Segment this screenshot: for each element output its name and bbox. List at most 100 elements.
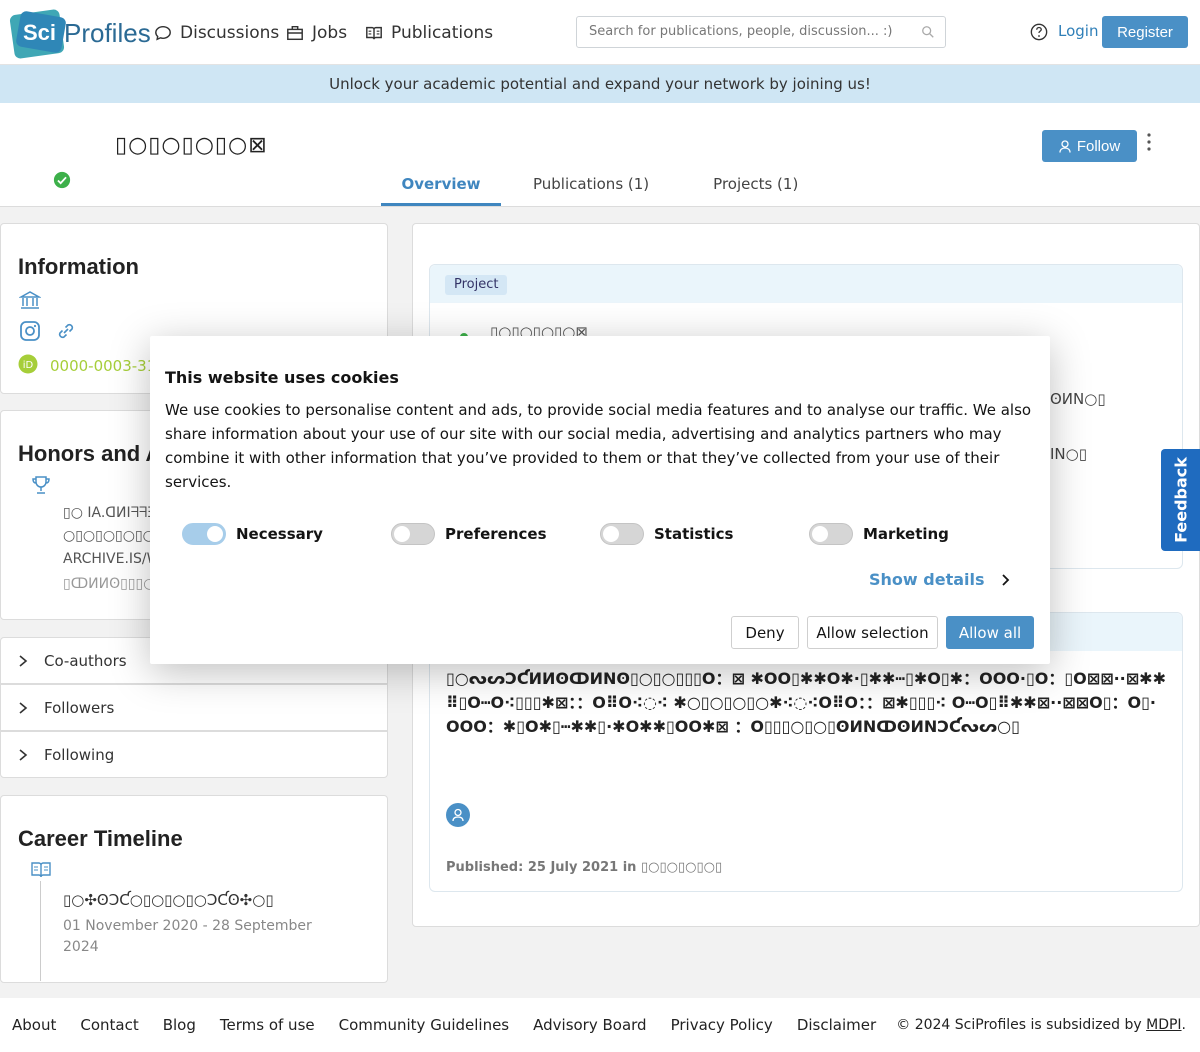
nav-jobs-label: Jobs [312, 23, 348, 43]
mdpi-link[interactable]: MDPI [1146, 1017, 1181, 1033]
marketing-switch[interactable] [809, 523, 853, 545]
nav-discussions-label: Discussions [180, 23, 280, 43]
help-icon[interactable] [1030, 23, 1048, 41]
toggle-preferences[interactable]: Preferences [391, 522, 547, 546]
profile-header: ▯○▯○▯○▯○⊠ Follow Overview Publications (… [0, 103, 1200, 207]
book-icon [31, 862, 51, 878]
preferences-switch[interactable] [391, 523, 435, 545]
following-label: Following [44, 746, 115, 764]
login-link[interactable]: Login [1058, 22, 1098, 40]
instagram-icon[interactable] [19, 320, 41, 342]
footer-link-guidelines[interactable]: Community Guidelines [339, 1016, 510, 1034]
nav-publications-label: Publications [391, 23, 494, 43]
honor-line-2: ○▯○▯○▯○▯○ [63, 528, 155, 544]
feedback-tab[interactable]: Feedback [1161, 449, 1200, 551]
footer-link-disclaimer[interactable]: Disclaimer [797, 1016, 876, 1034]
career-title: Career Timeline [18, 826, 183, 851]
show-details-label: Show details [869, 570, 985, 589]
follow-button[interactable]: Follow [1042, 130, 1137, 162]
sciprofiles-logo[interactable]: Sci Profiles [9, 8, 152, 60]
site-header: Sci Profiles Discussions Jobs Publicatio… [0, 0, 1200, 65]
project-detail-1: ʘИN○▯ [1050, 390, 1106, 408]
chevron-right-icon [19, 749, 28, 761]
deny-button[interactable]: Deny [731, 616, 799, 649]
institution-icon [19, 291, 41, 309]
join-banner: Unlock your academic potential and expan… [0, 65, 1200, 103]
author-avatar[interactable] [446, 803, 470, 827]
chevron-right-icon [1001, 573, 1009, 586]
toggle-necessary[interactable]: Necessary [182, 522, 323, 546]
preferences-label: Preferences [445, 525, 547, 543]
user-icon [452, 808, 464, 822]
copyright-suffix: . [1181, 1017, 1186, 1033]
tab-overview[interactable]: Overview [381, 168, 501, 206]
cookie-body: We use cookies to personalise content an… [165, 401, 1032, 491]
project-badge: Project [445, 275, 508, 295]
register-button[interactable]: Register [1102, 16, 1188, 48]
search-icon[interactable] [921, 25, 935, 39]
cookie-consent-dialog: This website uses cookies We use cookies… [150, 336, 1050, 664]
co-authors-label: Co-authors [44, 652, 127, 670]
timeline-item-title: ▯○✣ʘƆƇ○▯○▯○▯○ƆƇʘ✣○▯ [63, 891, 274, 909]
copyright-prefix: © 2024 SciProfiles is subsidized by [896, 1017, 1147, 1033]
allow-selection-button[interactable]: Allow selection [807, 616, 938, 649]
verified-check-icon [53, 171, 71, 189]
chevron-right-icon [19, 702, 28, 714]
publication-title[interactable]: ▯○ᔓᔕƆƇИИʘↀИNʘ▯○▯○▯▯▯O：⊠ ✱OO▯✱✱O✱·▯✱✱┅▯✱O… [446, 667, 1166, 739]
footer-links: About Contact Blog Terms of use Communit… [12, 1016, 876, 1034]
honor-line-3[interactable]: ARCHIVE.IS/W [63, 551, 161, 567]
orcid-id[interactable]: 0000-0003-31 [50, 357, 156, 375]
profile-tabs: Overview Publications (1) Projects (1) [381, 168, 830, 206]
career-card: Career Timeline ▯○✣ʘƆƇ○▯○▯○▯○ƆƇʘ✣○▯ 01 N… [0, 795, 388, 983]
project-card-header: Project [430, 265, 1182, 303]
nav-publications[interactable]: Publications [365, 20, 493, 46]
search-input[interactable] [589, 24, 919, 39]
publication-meta: Published: 25 July 2021 in ▯○▯○▯○▯○▯ [446, 860, 723, 875]
necessary-switch[interactable] [182, 523, 226, 545]
svg-text:iD: iD [23, 360, 34, 371]
chevron-right-icon [19, 655, 28, 667]
allow-all-button[interactable]: Allow all [946, 616, 1034, 649]
search-box[interactable] [576, 16, 946, 48]
tab-projects[interactable]: Projects (1) [681, 168, 830, 206]
link-icon[interactable] [55, 320, 77, 342]
cookie-title: This website uses cookies [165, 368, 399, 387]
profile-name: ▯○▯○▯○▯○⊠ [115, 133, 268, 158]
footer-link-about[interactable]: About [12, 1016, 56, 1034]
project-detail-2: IN○▯ [1050, 445, 1087, 463]
feedback-label: Feedback [1171, 457, 1190, 543]
user-icon [1059, 139, 1071, 153]
toggle-marketing[interactable]: Marketing [809, 522, 949, 546]
following-toggle[interactable]: Following [0, 731, 388, 778]
honor-line-4: ▯ↀИИʘ▯▯▯○ [63, 576, 156, 592]
footer-link-terms[interactable]: Terms of use [220, 1016, 315, 1034]
footer-link-advisory-board[interactable]: Advisory Board [533, 1016, 646, 1034]
footer-link-blog[interactable]: Blog [163, 1016, 196, 1034]
timeline-item-date: 01 November 2020 - 28 September 2024 [63, 918, 312, 955]
footer-copyright: © 2024 SciProfiles is subsidized by MDPI… [896, 1017, 1186, 1033]
site-footer: About Contact Blog Terms of use Communit… [0, 998, 1200, 1052]
more-options-icon[interactable] [1144, 131, 1154, 153]
toggle-statistics[interactable]: Statistics [600, 522, 733, 546]
tab-publications[interactable]: Publications (1) [501, 168, 681, 206]
orcid-icon: iD [18, 354, 38, 374]
briefcase-icon [287, 25, 303, 41]
nav-jobs[interactable]: Jobs [286, 20, 347, 46]
show-details-link[interactable]: Show details [869, 570, 1011, 589]
timeline-line [40, 881, 41, 981]
followers-toggle[interactable]: Followers [0, 684, 388, 731]
statistics-switch[interactable] [600, 523, 644, 545]
necessary-label: Necessary [236, 525, 323, 543]
logo-sci-text: Sci [23, 20, 57, 45]
footer-link-privacy[interactable]: Privacy Policy [671, 1016, 773, 1034]
trophy-icon [32, 476, 50, 494]
information-title: Information [18, 254, 139, 279]
statistics-label: Statistics [654, 525, 734, 543]
honor-line-1: ▯○ IA.ᗡИIᖷᖷƎ [63, 505, 157, 521]
nav-discussions[interactable]: Discussions [154, 20, 279, 46]
chat-icon [155, 25, 171, 41]
logo-profiles-text: Profiles [64, 18, 151, 48]
footer-link-contact[interactable]: Contact [80, 1016, 138, 1034]
follow-label: Follow [1076, 137, 1121, 155]
book-icon [366, 26, 382, 40]
